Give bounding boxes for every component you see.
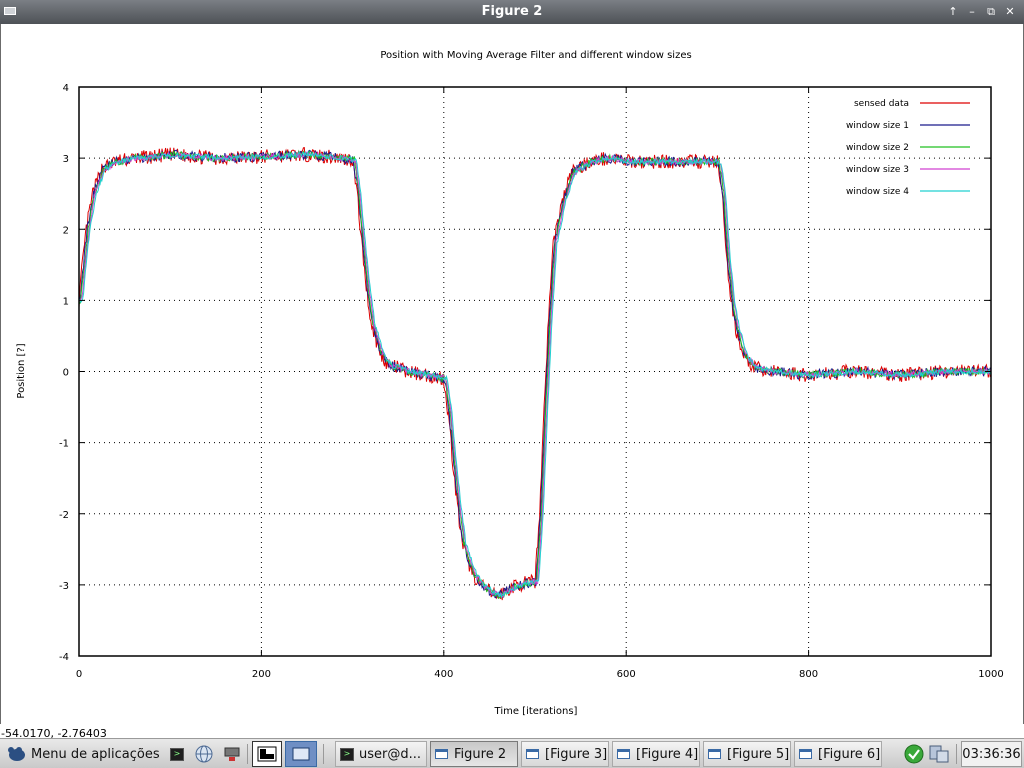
browser-launcher[interactable] — [192, 741, 216, 767]
taskbar: Menu de aplicações > > user@d... Figure 2 [… — [0, 738, 1024, 768]
taskbar-task-button[interactable]: Figure 2 — [430, 741, 518, 767]
mouse-logo-icon — [8, 747, 25, 761]
y-tick-label: -3 — [59, 581, 69, 592]
window-controls: ↑ – ⧉ ✕ — [945, 3, 1018, 20]
close-icon[interactable]: ✕ — [1002, 3, 1018, 20]
window-title: Figure 2 — [481, 4, 543, 19]
shade-up-icon[interactable]: ↑ — [945, 3, 961, 20]
terminal-launcher[interactable]: > — [166, 741, 188, 767]
y-tick-label: 4 — [63, 83, 69, 94]
legend-label: window size 2 — [846, 143, 909, 153]
legend: sensed data window size 1 window size 2 win… — [846, 99, 970, 197]
workspace-2-icon — [292, 747, 310, 761]
series-lines — [78, 146, 992, 601]
minimize-icon[interactable]: – — [964, 3, 980, 20]
taskbar-separator — [323, 744, 324, 764]
window-icon — [526, 749, 539, 759]
x-tick-label: 600 — [617, 669, 636, 680]
taskbar-task-button[interactable]: [Figure 4] — [612, 741, 700, 767]
y-tick-label: -4 — [59, 652, 69, 663]
legend-label: window size 4 — [846, 187, 909, 197]
clock-time: 03:36:36 — [962, 746, 1021, 762]
network-computers-icon — [929, 745, 949, 763]
x-tick-label: 1000 — [978, 669, 1003, 680]
x-tick-label: 800 — [799, 669, 818, 680]
y-tick-label: 1 — [63, 296, 69, 307]
window-icon — [799, 749, 812, 759]
legend-label: window size 1 — [846, 121, 909, 131]
taskbar-task-button[interactable]: [Figure 6] — [794, 741, 882, 767]
y-tick-label: 0 — [63, 368, 69, 379]
x-axis-label: Time [iterations] — [494, 706, 578, 717]
taskbar-task-label: [Figure 6] — [818, 746, 881, 762]
taskbar-task-label: Figure 2 — [454, 746, 507, 762]
tray-network-icon[interactable] — [926, 741, 952, 767]
workspace-2-button[interactable] — [285, 741, 317, 767]
maximize-icon[interactable]: ⧉ — [983, 3, 999, 20]
y-axis-label: Position [?] — [16, 343, 27, 398]
clock[interactable]: 03:36:36 — [961, 741, 1022, 767]
x-tick-label: 0 — [76, 669, 82, 680]
window-icon — [617, 749, 630, 759]
taskbar-task-button[interactable]: [Figure 3] — [521, 741, 609, 767]
y-tick-label: -1 — [59, 439, 69, 450]
terminal-icon: > — [340, 747, 354, 761]
x-tick-label: 400 — [434, 669, 453, 680]
window-icon — [708, 749, 721, 759]
x-tick-label: 200 — [252, 669, 271, 680]
app-menu-button[interactable]: Menu de aplicações — [4, 741, 162, 767]
window-titlebar[interactable]: Figure 2 ↑ – ⧉ ✕ — [0, 0, 1024, 24]
series-line-3 — [78, 150, 992, 599]
y-tick-label: -2 — [59, 510, 69, 521]
y-tick-label: 2 — [63, 225, 69, 236]
legend-label: sensed data — [854, 99, 909, 109]
taskbar-task-label: user@d... — [359, 746, 422, 762]
update-ok-icon — [904, 744, 924, 764]
terminal-icon: > — [170, 747, 184, 761]
app-menu-label: Menu de aplicações — [31, 746, 160, 762]
y-tick-label: 3 — [63, 154, 69, 165]
legend-label: window size 3 — [846, 165, 909, 175]
taskbar-task-button[interactable]: > user@d... — [335, 741, 427, 767]
taskbar-separator — [956, 744, 957, 764]
chart-title: Position with Moving Average Filter and … — [380, 50, 691, 61]
taskbar-task-label: [Figure 4] — [636, 746, 699, 762]
taskbar-task-label: [Figure 5] — [727, 746, 790, 762]
tray-check-icon[interactable] — [903, 741, 925, 767]
globe-icon — [195, 745, 213, 763]
taskbar-separator — [247, 744, 248, 764]
settings-launcher[interactable] — [220, 741, 244, 767]
network-tool-icon — [224, 747, 240, 761]
taskbar-task-label: [Figure 3] — [545, 746, 608, 762]
workspace-1-button[interactable] — [252, 741, 282, 767]
figure-canvas[interactable]: Position with Moving Average Filter and … — [0, 24, 1024, 724]
workspace-1-icon — [257, 746, 277, 762]
taskbar-task-button[interactable]: [Figure 5] — [703, 741, 791, 767]
window-icon — [435, 749, 448, 759]
